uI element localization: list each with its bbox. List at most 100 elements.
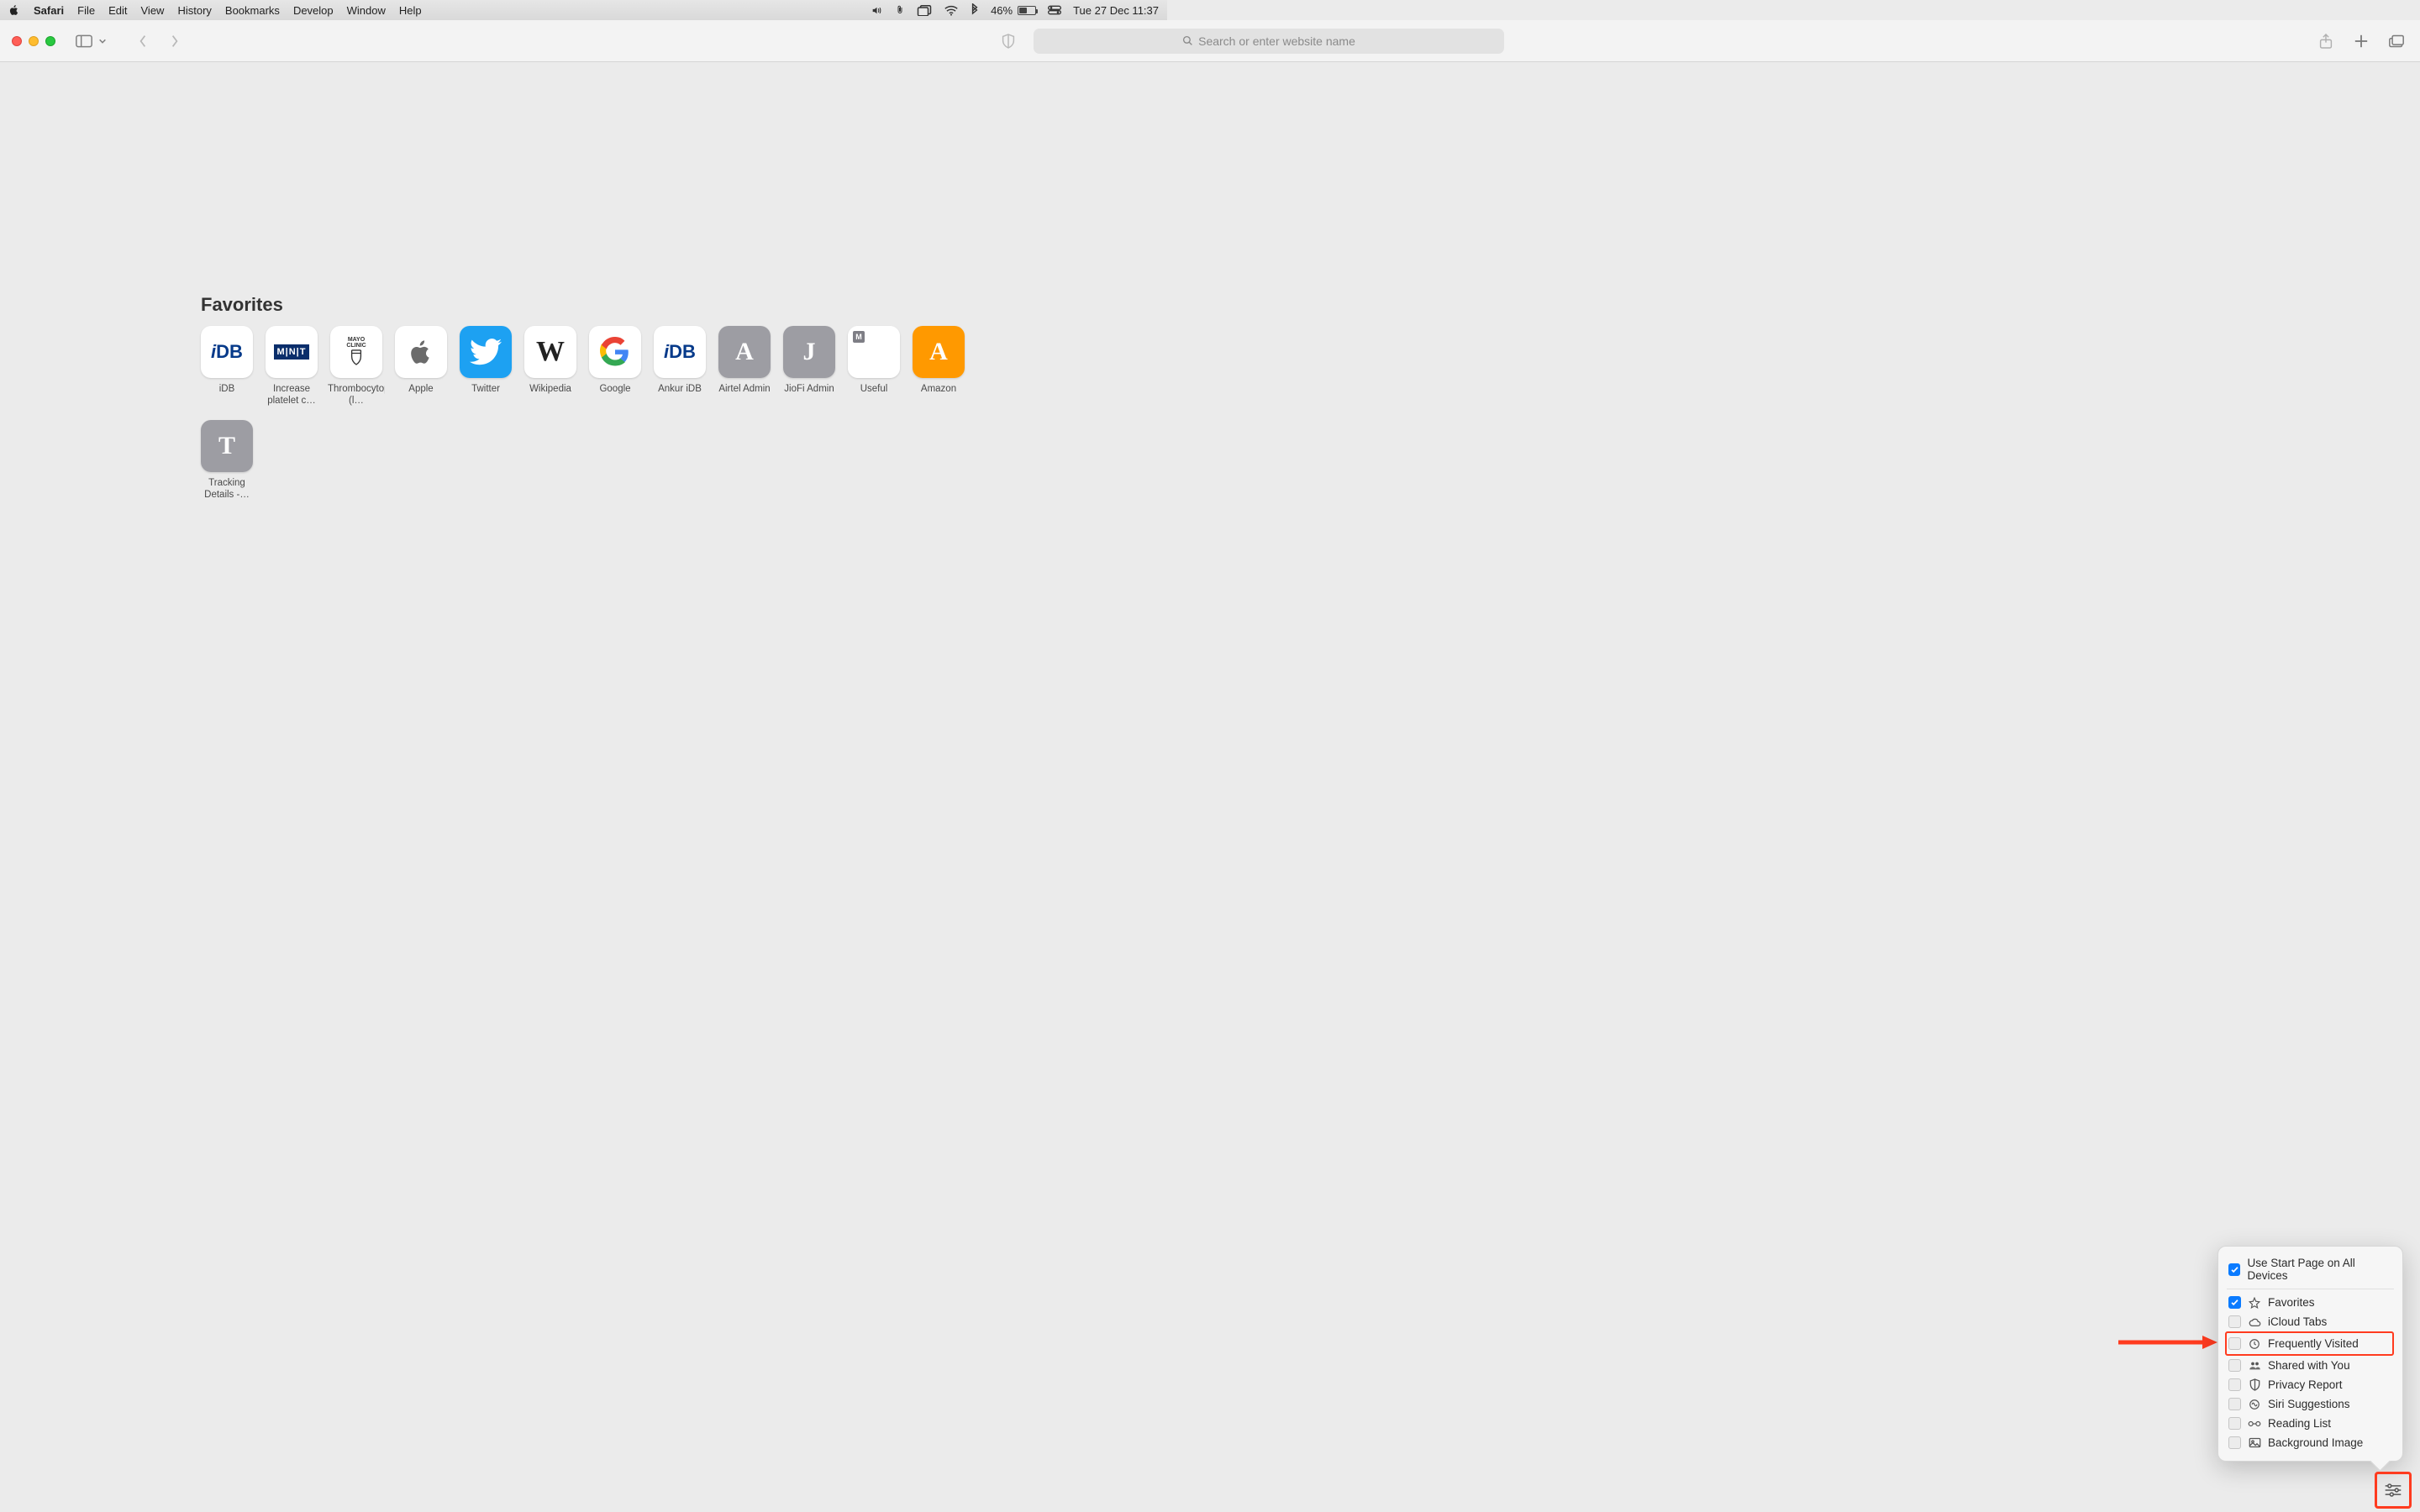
menubar-clock[interactable]: Tue 27 Dec 11:37	[1073, 4, 1159, 17]
popover-option-frequently-visited[interactable]: Frequently Visited	[2227, 1334, 2389, 1353]
menu-develop[interactable]: Develop	[293, 4, 334, 17]
menu-edit[interactable]: Edit	[108, 4, 127, 17]
favorite-tile[interactable]: M|N|T	[266, 326, 318, 378]
favorite-label: Thrombocytopenia (l…	[328, 383, 385, 407]
privacy-shield-icon[interactable]	[997, 29, 1020, 53]
favorite-tile[interactable]: iDB	[201, 326, 253, 378]
favorite-item[interactable]: iDB Ankur iDB	[654, 326, 706, 407]
annotation-settings-highlight	[2375, 1472, 2412, 1509]
favorite-tile[interactable]: M	[848, 326, 900, 378]
favorite-tile[interactable]: J	[783, 326, 835, 378]
favorite-label: Airtel Admin	[718, 383, 770, 395]
address-bar[interactable]: Search or enter website name	[1034, 29, 1504, 54]
favorite-item[interactable]: Apple	[395, 326, 447, 407]
favorite-tile[interactable]	[460, 326, 512, 378]
menu-window[interactable]: Window	[347, 4, 386, 17]
favorite-tile[interactable]: W	[524, 326, 576, 378]
sound-icon[interactable]	[870, 5, 883, 16]
star-icon	[2248, 1297, 2261, 1309]
popover-option-label: Privacy Report	[2268, 1378, 2343, 1391]
battery-status[interactable]: 46%	[991, 4, 1036, 17]
menu-bookmarks[interactable]: Bookmarks	[225, 4, 280, 17]
fullscreen-window-button[interactable]	[45, 36, 55, 46]
favorite-label: Tracking Details -…	[201, 477, 253, 501]
favorite-item[interactable]: J JioFi Admin	[783, 326, 835, 407]
popover-checkbox[interactable]	[2228, 1436, 2241, 1449]
favorite-tile[interactable]	[589, 326, 641, 378]
favorite-item[interactable]: MAYOCLINIC Thrombocytopenia (l…	[330, 326, 382, 407]
control-center-icon[interactable]	[1048, 5, 1061, 15]
share-button[interactable]	[2314, 29, 2338, 53]
popover-checkbox[interactable]	[2228, 1315, 2241, 1328]
popover-checkbox[interactable]	[2228, 1378, 2241, 1391]
popover-header-label: Use Start Page on All Devices	[2247, 1257, 2392, 1282]
shield-icon	[2248, 1378, 2261, 1391]
popover-checkbox[interactable]	[2228, 1398, 2241, 1410]
minimize-window-button[interactable]	[29, 36, 39, 46]
favorite-label: JioFi Admin	[784, 383, 834, 395]
forward-button[interactable]	[163, 29, 187, 53]
safari-toolbar: Search or enter website name	[0, 20, 2420, 62]
favorite-item[interactable]: MUseful	[848, 326, 900, 407]
favorite-label: Wikipedia	[529, 383, 571, 395]
favorite-tile[interactable]	[395, 326, 447, 378]
bluetooth-icon[interactable]	[971, 3, 979, 17]
menu-help[interactable]: Help	[399, 4, 422, 17]
customize-start-page-popover: Use Start Page on All Devices Favorites i…	[2217, 1246, 2403, 1462]
popover-option-privacy-report[interactable]: Privacy Report	[2227, 1375, 2394, 1394]
app-name[interactable]: Safari	[34, 4, 64, 17]
use-start-page-all-devices-checkbox[interactable]	[2228, 1263, 2240, 1276]
favorite-tile[interactable]: A	[718, 326, 771, 378]
popover-checkbox[interactable]	[2228, 1417, 2241, 1430]
popover-option-reading-list[interactable]: Reading List	[2227, 1414, 2394, 1433]
favorite-tile[interactable]: iDB	[654, 326, 706, 378]
macos-menubar: Safari File Edit View History Bookmarks …	[0, 0, 1167, 20]
popover-checkbox[interactable]	[2228, 1337, 2241, 1350]
clock-icon	[2248, 1338, 2261, 1350]
back-button[interactable]	[131, 29, 155, 53]
popover-option-icloud-tabs[interactable]: iCloud Tabs	[2227, 1312, 2394, 1331]
apple-logo-icon[interactable]	[8, 4, 20, 16]
menu-view[interactable]: View	[141, 4, 165, 17]
cloud-icon	[2248, 1317, 2261, 1327]
popover-option-shared-with-you[interactable]: Shared with You	[2227, 1356, 2394, 1375]
favorites-grid: iDBiDBM|N|TIncrease platelet c…MAYOCLINI…	[201, 326, 965, 501]
tab-overview-button[interactable]	[2385, 29, 2408, 53]
favorite-item[interactable]: W Wikipedia	[524, 326, 576, 407]
sidebar-dropdown-icon[interactable]	[96, 29, 109, 53]
favorite-tile[interactable]: T	[201, 420, 253, 472]
wifi-icon[interactable]	[944, 5, 959, 16]
popover-option-background-image[interactable]: Background Image	[2227, 1433, 2394, 1452]
attachment-icon[interactable]	[895, 3, 905, 17]
favorite-item[interactable]: T Tracking Details -…	[201, 420, 253, 501]
popover-option-siri-suggestions[interactable]: Siri Suggestions	[2227, 1394, 2394, 1414]
popover-option-label: iCloud Tabs	[2268, 1315, 2327, 1328]
favorite-label: Amazon	[921, 383, 956, 395]
popover-option-label: Siri Suggestions	[2268, 1398, 2350, 1410]
stage-manager-icon[interactable]	[917, 4, 932, 16]
favorite-item[interactable]: A Airtel Admin	[718, 326, 771, 407]
menu-file[interactable]: File	[77, 4, 95, 17]
popover-checkbox[interactable]	[2228, 1296, 2241, 1309]
new-tab-button[interactable]	[2349, 29, 2373, 53]
favorite-item[interactable]: M|N|TIncrease platelet c…	[266, 326, 318, 407]
popover-header-row[interactable]: Use Start Page on All Devices	[2227, 1253, 2394, 1289]
favorite-item[interactable]: A Amazon	[913, 326, 965, 407]
favorite-item[interactable]: Twitter	[460, 326, 512, 407]
popover-checkbox[interactable]	[2228, 1359, 2241, 1372]
favorite-tile[interactable]: A	[913, 326, 965, 378]
favorite-item[interactable]: iDB iDB	[201, 326, 253, 407]
close-window-button[interactable]	[12, 36, 22, 46]
favorite-label: Ankur iDB	[658, 383, 702, 395]
sidebar-toggle-button[interactable]	[72, 29, 96, 53]
favorite-label: Google	[599, 383, 630, 395]
favorite-item[interactable]: Google	[589, 326, 641, 407]
siri-icon	[2248, 1399, 2261, 1410]
battery-percent: 46%	[991, 4, 1013, 17]
menu-history[interactable]: History	[177, 4, 211, 17]
favorite-label: Apple	[408, 383, 433, 395]
favorite-label: iDB	[219, 383, 235, 395]
image-icon	[2248, 1437, 2261, 1448]
popover-option-favorites[interactable]: Favorites	[2227, 1293, 2394, 1312]
favorite-tile[interactable]: MAYOCLINIC	[330, 326, 382, 378]
